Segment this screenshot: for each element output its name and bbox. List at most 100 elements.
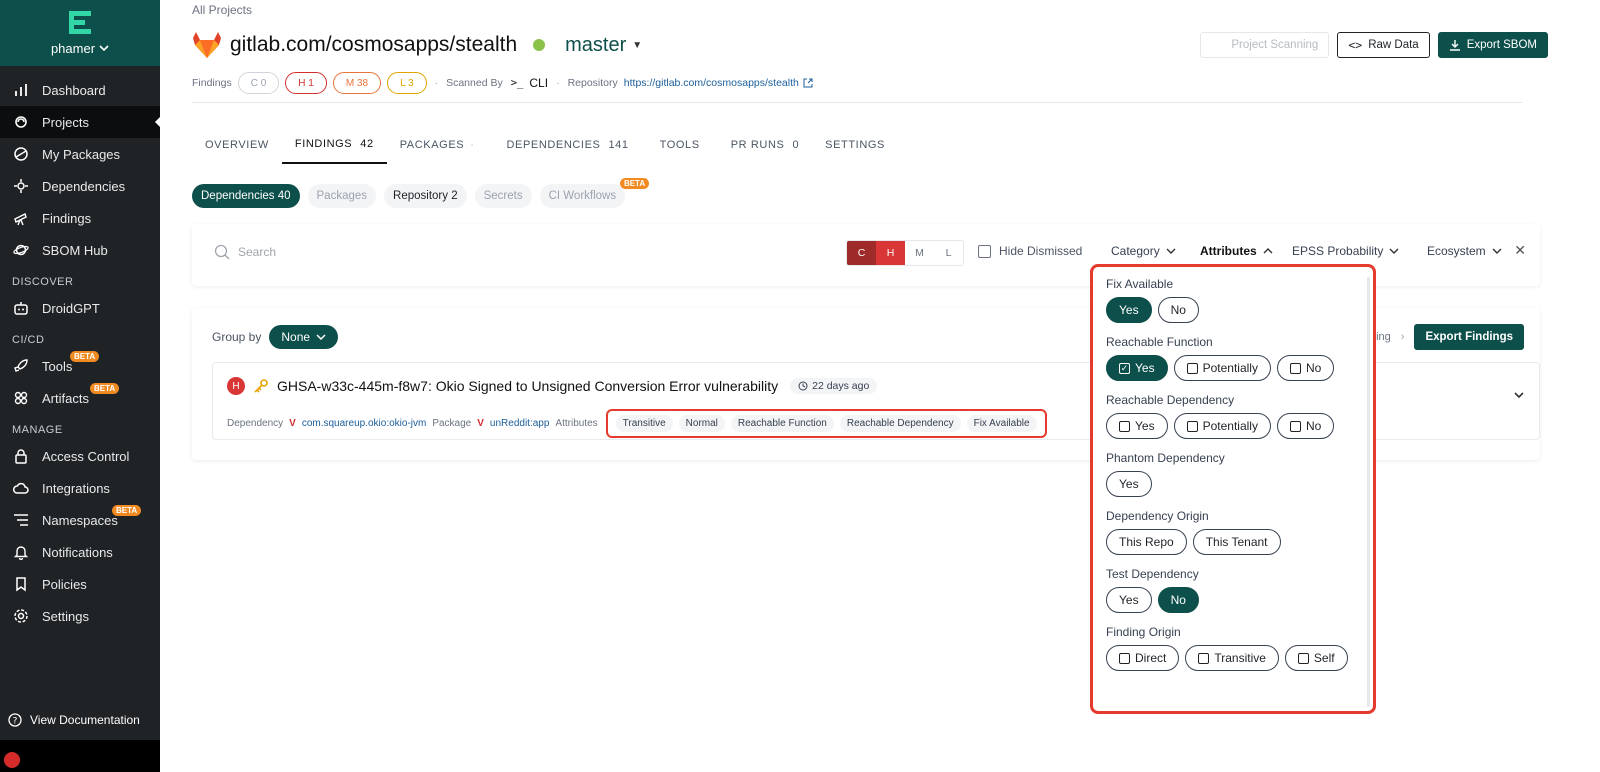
sidebar-footer xyxy=(0,740,160,772)
sidebar-item-projects[interactable]: Projects xyxy=(0,106,161,138)
dependency-origin-this-tenant[interactable]: This Tenant xyxy=(1192,529,1281,555)
option-label: Potentially xyxy=(1202,419,1258,433)
maven-icon: V xyxy=(289,418,296,429)
low-count-pill[interactable]: L 3 xyxy=(387,72,427,94)
chip-packages[interactable]: Packages xyxy=(307,184,377,208)
repository-link[interactable]: https://gitlab.com/cosmosapps/stealth xyxy=(624,77,799,89)
tab-tools[interactable]: TOOLS xyxy=(642,126,718,164)
medium-count-pill[interactable]: M 38 xyxy=(332,72,382,94)
popup-scrollbar[interactable] xyxy=(1367,277,1370,707)
sidebar-item-droidgpt[interactable]: DroidGPT xyxy=(0,292,160,324)
high-count-pill[interactable]: H 1 xyxy=(285,72,327,94)
projects-icon xyxy=(12,113,30,131)
export-findings-button[interactable]: Export Findings xyxy=(1414,324,1524,350)
option-label: Yes xyxy=(1135,361,1155,375)
sidebar-item-dependencies[interactable]: Dependencies xyxy=(0,170,160,202)
avatar[interactable] xyxy=(4,752,20,768)
endor-logo-icon[interactable] xyxy=(69,10,91,35)
sidebar-item-label: Tools xyxy=(42,358,73,374)
finding-age: 22 days ago xyxy=(790,378,878,394)
option-label: Self xyxy=(1313,651,1335,665)
tab-pr-runs[interactable]: PR RUNS 0 xyxy=(718,126,812,164)
sidebar-item-sbom-hub[interactable]: SBOM Hub xyxy=(0,234,160,266)
sidebar-item-label: Settings xyxy=(42,608,89,624)
sidebar-item-access-control[interactable]: Access Control xyxy=(0,440,160,472)
lock-icon xyxy=(12,447,30,465)
finding-title[interactable]: GHSA-w33c-445m-f8w7: Okio Signed to Unsi… xyxy=(277,378,778,394)
caret-down-icon[interactable]: ▼ xyxy=(632,40,642,51)
sidebar-item-tools[interactable]: Tools BETA xyxy=(0,350,160,382)
attribute-tag: Normal xyxy=(678,415,725,432)
reachable-dependency-no[interactable]: No xyxy=(1276,413,1335,439)
tab-label: PACKAGES xyxy=(399,139,465,151)
attributes-dropdown[interactable]: Attributes xyxy=(1200,244,1273,258)
help-circle-icon: ? xyxy=(8,713,22,727)
reachable-dependency-potentially[interactable]: Potentially xyxy=(1173,413,1271,439)
beta-badge: BETA xyxy=(619,178,650,189)
tab-settings[interactable]: SETTINGS xyxy=(812,126,898,164)
code-icon: <> xyxy=(1348,38,1363,52)
reachable-function-group: Reachable Function ✓ Yes Potentially No xyxy=(1106,335,1360,381)
view-documentation-link[interactable]: ? View Documentation xyxy=(0,708,160,732)
export-sbom-button[interactable]: Export SBOM xyxy=(1437,32,1548,58)
robot-icon xyxy=(12,299,30,317)
test-dependency-no[interactable]: No xyxy=(1157,587,1199,613)
expand-chevron-icon[interactable] xyxy=(1513,389,1525,404)
fix-available-no[interactable]: No xyxy=(1157,297,1199,323)
checkbox-icon xyxy=(1119,420,1130,432)
tab-findings[interactable]: FINDINGS 42 xyxy=(281,126,387,164)
sidebar-item-integrations[interactable]: Integrations xyxy=(0,472,160,504)
tab-label: DEPENDENCIES xyxy=(506,139,601,151)
sidebar-item-policies[interactable]: Policies xyxy=(0,568,160,600)
raw-data-button[interactable]: <> Raw Data xyxy=(1337,32,1430,58)
dependency-link[interactable]: com.squareup.okio:okio-jvm xyxy=(302,418,427,429)
tab-dependencies[interactable]: DEPENDENCIES 141 xyxy=(493,126,641,164)
sidebar-item-my-packages[interactable]: My Packages xyxy=(0,138,160,170)
project-scanning-button[interactable]: Project Scanning xyxy=(1200,32,1330,58)
sidebar-item-namespaces[interactable]: Namespaces BETA xyxy=(0,504,160,536)
phantom-dependency-yes[interactable]: Yes xyxy=(1106,471,1152,497)
tab-overview[interactable]: OVERVIEW xyxy=(192,126,282,164)
breadcrumb[interactable]: All Projects xyxy=(192,3,252,17)
sidebar-item-notifications[interactable]: Notifications xyxy=(0,536,160,568)
severity-high-toggle[interactable]: H xyxy=(876,241,905,265)
chip-label: CI Workflows xyxy=(548,190,617,202)
group-by: Group by None xyxy=(212,325,339,349)
user-menu[interactable]: phamer xyxy=(51,41,109,56)
chip-dependencies[interactable]: Dependencies 40 xyxy=(192,184,300,208)
finding-origin-direct[interactable]: Direct xyxy=(1106,645,1180,671)
checkbox-icon xyxy=(1186,362,1198,374)
severity-medium-toggle[interactable]: M xyxy=(905,241,934,265)
test-dependency-yes[interactable]: Yes xyxy=(1106,587,1152,613)
critical-count-pill[interactable]: C 0 xyxy=(237,72,280,94)
chip-repository[interactable]: Repository 2 xyxy=(384,184,467,208)
tab-packages[interactable]: PACKAGES · xyxy=(387,126,494,164)
hide-dismissed-checkbox[interactable]: Hide Dismissed xyxy=(978,244,1082,258)
reachable-function-no[interactable]: No xyxy=(1276,355,1335,381)
search-input[interactable]: Search xyxy=(214,244,276,260)
sidebar-item-dashboard[interactable]: Dashboard xyxy=(0,74,160,106)
branch-selector[interactable]: master xyxy=(565,34,626,57)
reachable-function-potentially[interactable]: Potentially xyxy=(1173,355,1271,381)
reachable-function-yes[interactable]: ✓ Yes xyxy=(1106,355,1168,381)
finding-origin-transitive[interactable]: Transitive xyxy=(1185,645,1279,671)
ecosystem-dropdown[interactable]: Ecosystem xyxy=(1427,244,1502,258)
fix-available-yes[interactable]: Yes xyxy=(1106,297,1152,323)
sidebar-item-findings[interactable]: Findings xyxy=(0,202,160,234)
chip-ci-workflows[interactable]: CI Workflows BETA xyxy=(539,178,650,208)
repository-label: Repository xyxy=(567,77,618,89)
close-filters-icon[interactable]: ✕ xyxy=(1514,242,1526,259)
severity-low-toggle[interactable]: L xyxy=(934,241,963,265)
severity-critical-toggle[interactable]: C xyxy=(847,241,876,265)
epss-probability-dropdown[interactable]: EPSS Probability xyxy=(1292,244,1399,258)
external-link-icon[interactable] xyxy=(803,78,813,88)
sidebar-item-settings[interactable]: Settings xyxy=(0,600,160,632)
chip-secrets[interactable]: Secrets xyxy=(474,184,532,208)
category-dropdown[interactable]: Category xyxy=(1111,244,1176,258)
group-by-select[interactable]: None xyxy=(269,325,339,349)
dependency-origin-this-repo[interactable]: This Repo xyxy=(1106,529,1187,555)
sidebar-item-artifacts[interactable]: Artifacts BETA xyxy=(0,382,160,414)
reachable-dependency-yes[interactable]: Yes xyxy=(1106,413,1168,439)
finding-origin-self[interactable]: Self xyxy=(1284,645,1348,671)
package-link[interactable]: unReddit:app xyxy=(490,418,550,429)
